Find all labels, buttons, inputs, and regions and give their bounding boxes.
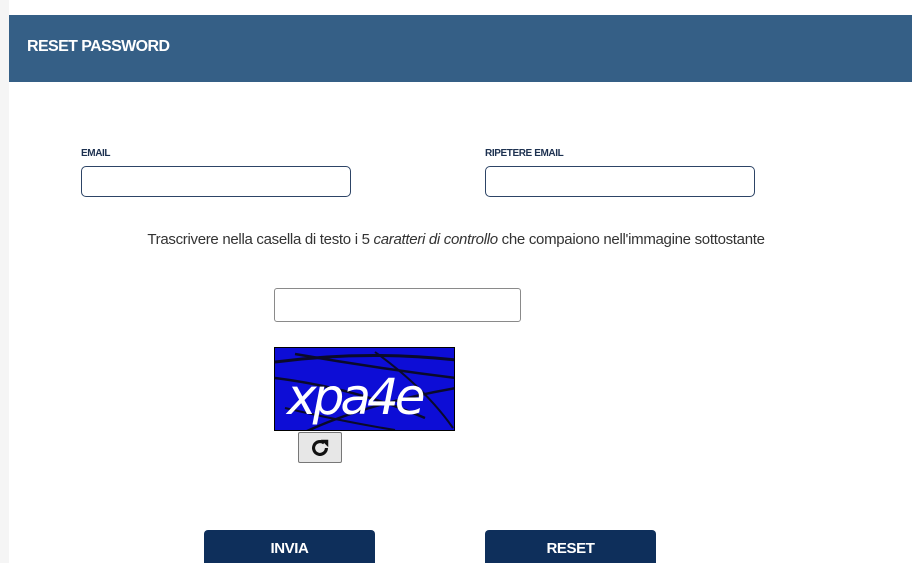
header-bar: RESET PASSWORD bbox=[9, 15, 912, 82]
refresh-icon bbox=[312, 439, 329, 456]
left-margin-strip bbox=[0, 0, 9, 563]
captcha-image-graphic: xpa4e bbox=[275, 348, 454, 430]
instruction-text-end: che compaiono nell'immagine sottostante bbox=[497, 231, 765, 248]
refresh-captcha-button[interactable] bbox=[298, 432, 342, 463]
page-title: RESET PASSWORD bbox=[27, 38, 170, 55]
reset-password-page: RESET PASSWORD EMAIL RIPETERE EMAIL Tras… bbox=[0, 0, 912, 563]
repeat-email-label: RIPETERE EMAIL bbox=[485, 148, 564, 159]
instruction-emphasis: caratteri di controllo bbox=[373, 231, 499, 248]
submit-button[interactable]: INVIA bbox=[204, 530, 375, 563]
email-field[interactable] bbox=[81, 166, 351, 197]
instruction-text-start: Trascrivere nella casella di testo i 5 bbox=[147, 231, 374, 248]
captcha-text: xpa4e bbox=[285, 368, 424, 426]
repeat-email-field[interactable] bbox=[485, 166, 755, 197]
reset-button[interactable]: RESET bbox=[485, 530, 656, 563]
captcha-image: xpa4e bbox=[274, 347, 455, 431]
captcha-input[interactable] bbox=[274, 288, 521, 322]
email-label: EMAIL bbox=[81, 148, 111, 159]
captcha-instruction: Trascrivere nella casella di testo i 5 c… bbox=[0, 231, 912, 248]
